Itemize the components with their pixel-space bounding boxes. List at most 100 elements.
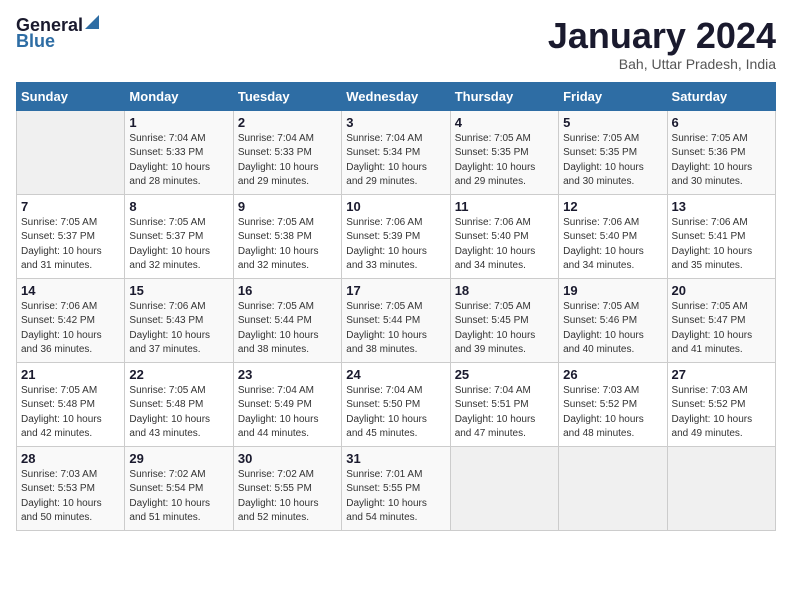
calendar-cell: 21 Sunrise: 7:05 AM Sunset: 5:48 PM Dayli… <box>17 362 125 446</box>
day-info: Sunrise: 7:04 AM Sunset: 5:50 PM Dayligh… <box>346 384 445 442</box>
calendar-cell <box>17 110 125 194</box>
day-info: Sunrise: 7:02 AM Sunset: 5:54 PM Dayligh… <box>129 468 228 526</box>
day-number: 8 <box>129 199 228 214</box>
day-info: Sunrise: 7:05 AM Sunset: 5:36 PM Dayligh… <box>672 132 771 190</box>
day-info: Sunrise: 7:04 AM Sunset: 5:34 PM Dayligh… <box>346 132 445 190</box>
calendar-cell: 3 Sunrise: 7:04 AM Sunset: 5:34 PM Daylig… <box>342 110 450 194</box>
calendar-cell: 6 Sunrise: 7:05 AM Sunset: 5:36 PM Daylig… <box>667 110 775 194</box>
day-info: Sunrise: 7:05 AM Sunset: 5:35 PM Dayligh… <box>455 132 554 190</box>
calendar-cell: 30 Sunrise: 7:02 AM Sunset: 5:55 PM Dayli… <box>233 446 341 530</box>
day-number: 5 <box>563 115 662 130</box>
day-number: 23 <box>238 367 337 382</box>
calendar-cell: 7Sunrise: 7:05 AM Sunset: 5:37 PM Daylig… <box>17 194 125 278</box>
day-info: Sunrise: 7:06 AM Sunset: 5:40 PM Dayligh… <box>455 216 554 274</box>
day-number: 18 <box>455 283 554 298</box>
day-number: 31 <box>346 451 445 466</box>
day-number: 15 <box>129 283 228 298</box>
day-info: Sunrise: 7:05 AM Sunset: 5:37 PM Dayligh… <box>129 216 228 274</box>
month-title: January 2024 <box>548 16 776 56</box>
calendar-cell: 5Sunrise: 7:05 AM Sunset: 5:35 PM Daylig… <box>559 110 667 194</box>
location: Bah, Uttar Pradesh, India <box>548 56 776 72</box>
logo: General Blue <box>16 16 99 50</box>
col-header-sunday: Sunday <box>17 82 125 110</box>
calendar-cell: 31 Sunrise: 7:01 AM Sunset: 5:55 PM Dayli… <box>342 446 450 530</box>
day-number: 11 <box>455 199 554 214</box>
day-number: 4 <box>455 115 554 130</box>
calendar-table: SundayMondayTuesdayWednesdayThursdayFrid… <box>16 82 776 531</box>
calendar-cell: 9 Sunrise: 7:05 AM Sunset: 5:38 PM Daylig… <box>233 194 341 278</box>
calendar-cell <box>559 446 667 530</box>
week-row-4: 28 Sunrise: 7:03 AM Sunset: 5:53 PM Dayli… <box>17 446 776 530</box>
day-number: 27 <box>672 367 771 382</box>
day-number: 20 <box>672 283 771 298</box>
week-row-2: 14Sunrise: 7:06 AM Sunset: 5:42 PM Dayli… <box>17 278 776 362</box>
calendar-cell: 13 Sunrise: 7:06 AM Sunset: 5:41 PM Dayli… <box>667 194 775 278</box>
day-info: Sunrise: 7:06 AM Sunset: 5:40 PM Dayligh… <box>563 216 662 274</box>
day-info: Sunrise: 7:06 AM Sunset: 5:39 PM Dayligh… <box>346 216 445 274</box>
day-info: Sunrise: 7:05 AM Sunset: 5:45 PM Dayligh… <box>455 300 554 358</box>
day-number: 3 <box>346 115 445 130</box>
header-row: SundayMondayTuesdayWednesdayThursdayFrid… <box>17 82 776 110</box>
day-number: 21 <box>21 367 120 382</box>
day-info: Sunrise: 7:03 AM Sunset: 5:52 PM Dayligh… <box>672 384 771 442</box>
calendar-cell: 26 Sunrise: 7:03 AM Sunset: 5:52 PM Dayli… <box>559 362 667 446</box>
day-info: Sunrise: 7:06 AM Sunset: 5:41 PM Dayligh… <box>672 216 771 274</box>
day-number: 28 <box>21 451 120 466</box>
day-number: 26 <box>563 367 662 382</box>
day-info: Sunrise: 7:01 AM Sunset: 5:55 PM Dayligh… <box>346 468 445 526</box>
day-number: 19 <box>563 283 662 298</box>
calendar-cell: 12 Sunrise: 7:06 AM Sunset: 5:40 PM Dayli… <box>559 194 667 278</box>
day-number: 30 <box>238 451 337 466</box>
calendar-cell: 23 Sunrise: 7:04 AM Sunset: 5:49 PM Dayli… <box>233 362 341 446</box>
day-number: 12 <box>563 199 662 214</box>
calendar-cell: 29 Sunrise: 7:02 AM Sunset: 5:54 PM Dayli… <box>125 446 233 530</box>
week-row-0: 1 Sunrise: 7:04 AM Sunset: 5:33 PM Daylig… <box>17 110 776 194</box>
day-info: Sunrise: 7:04 AM Sunset: 5:33 PM Dayligh… <box>238 132 337 190</box>
week-row-3: 21 Sunrise: 7:05 AM Sunset: 5:48 PM Dayli… <box>17 362 776 446</box>
day-info: Sunrise: 7:05 AM Sunset: 5:38 PM Dayligh… <box>238 216 337 274</box>
logo-blue: Blue <box>16 32 99 50</box>
calendar-cell: 25Sunrise: 7:04 AM Sunset: 5:51 PM Dayli… <box>450 362 558 446</box>
day-number: 17 <box>346 283 445 298</box>
day-info: Sunrise: 7:03 AM Sunset: 5:52 PM Dayligh… <box>563 384 662 442</box>
day-number: 16 <box>238 283 337 298</box>
calendar-cell: 15 Sunrise: 7:06 AM Sunset: 5:43 PM Dayli… <box>125 278 233 362</box>
day-number: 29 <box>129 451 228 466</box>
day-info: Sunrise: 7:05 AM Sunset: 5:47 PM Dayligh… <box>672 300 771 358</box>
day-number: 2 <box>238 115 337 130</box>
page-header: General Blue January 2024 Bah, Uttar Pra… <box>16 16 776 72</box>
day-info: Sunrise: 7:05 AM Sunset: 5:44 PM Dayligh… <box>238 300 337 358</box>
calendar-cell: 19Sunrise: 7:05 AM Sunset: 5:46 PM Dayli… <box>559 278 667 362</box>
col-header-friday: Friday <box>559 82 667 110</box>
day-info: Sunrise: 7:03 AM Sunset: 5:53 PM Dayligh… <box>21 468 120 526</box>
day-number: 24 <box>346 367 445 382</box>
calendar-cell <box>450 446 558 530</box>
col-header-thursday: Thursday <box>450 82 558 110</box>
calendar-cell: 17 Sunrise: 7:05 AM Sunset: 5:44 PM Dayli… <box>342 278 450 362</box>
day-number: 22 <box>129 367 228 382</box>
calendar-cell: 1 Sunrise: 7:04 AM Sunset: 5:33 PM Daylig… <box>125 110 233 194</box>
calendar-cell: 14Sunrise: 7:06 AM Sunset: 5:42 PM Dayli… <box>17 278 125 362</box>
day-info: Sunrise: 7:05 AM Sunset: 5:37 PM Dayligh… <box>21 216 120 274</box>
day-info: Sunrise: 7:04 AM Sunset: 5:49 PM Dayligh… <box>238 384 337 442</box>
calendar-cell: 16 Sunrise: 7:05 AM Sunset: 5:44 PM Dayli… <box>233 278 341 362</box>
col-header-monday: Monday <box>125 82 233 110</box>
day-info: Sunrise: 7:05 AM Sunset: 5:44 PM Dayligh… <box>346 300 445 358</box>
day-info: Sunrise: 7:02 AM Sunset: 5:55 PM Dayligh… <box>238 468 337 526</box>
day-number: 9 <box>238 199 337 214</box>
title-block: January 2024 Bah, Uttar Pradesh, India <box>548 16 776 72</box>
day-number: 1 <box>129 115 228 130</box>
col-header-tuesday: Tuesday <box>233 82 341 110</box>
day-number: 6 <box>672 115 771 130</box>
calendar-cell: 11 Sunrise: 7:06 AM Sunset: 5:40 PM Dayli… <box>450 194 558 278</box>
day-number: 13 <box>672 199 771 214</box>
day-info: Sunrise: 7:06 AM Sunset: 5:42 PM Dayligh… <box>21 300 120 358</box>
col-header-wednesday: Wednesday <box>342 82 450 110</box>
day-number: 10 <box>346 199 445 214</box>
day-info: Sunrise: 7:05 AM Sunset: 5:48 PM Dayligh… <box>21 384 120 442</box>
calendar-cell: 20 Sunrise: 7:05 AM Sunset: 5:47 PM Dayli… <box>667 278 775 362</box>
day-info: Sunrise: 7:06 AM Sunset: 5:43 PM Dayligh… <box>129 300 228 358</box>
calendar-cell: 8 Sunrise: 7:05 AM Sunset: 5:37 PM Daylig… <box>125 194 233 278</box>
day-info: Sunrise: 7:04 AM Sunset: 5:33 PM Dayligh… <box>129 132 228 190</box>
calendar-cell: 18 Sunrise: 7:05 AM Sunset: 5:45 PM Dayli… <box>450 278 558 362</box>
